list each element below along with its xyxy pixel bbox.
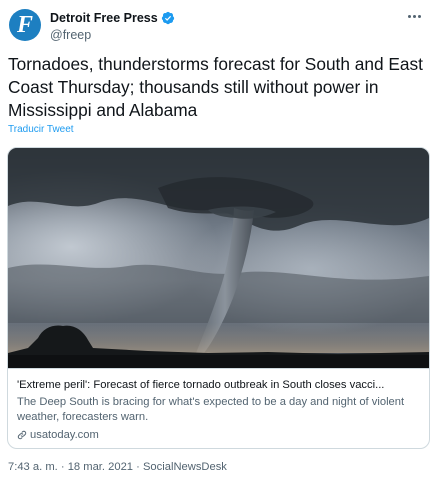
verified-badge-icon — [161, 11, 174, 25]
avatar-logo-letter: F — [16, 11, 33, 38]
author-block[interactable]: Detroit Free Press @freep — [50, 10, 175, 42]
handle[interactable]: @freep — [50, 28, 175, 42]
tweet-date[interactable]: 18 mar. 2021 — [68, 461, 133, 473]
card-divider — [8, 368, 429, 369]
translate-tweet-link[interactable]: Traducir Tweet — [8, 124, 74, 135]
link-icon — [17, 430, 27, 440]
link-card[interactable]: 'Extreme peril': Forecast of fierce torn… — [7, 147, 430, 449]
meta-separator: · — [136, 461, 140, 473]
tweet-text: Tornadoes, thunderstorms forecast for So… — [8, 54, 423, 120]
card-body[interactable]: 'Extreme peril': Forecast of fierce torn… — [17, 378, 422, 442]
display-name-row: Detroit Free Press — [50, 10, 175, 26]
tweet-metadata: 7:43 a. m. · 18 mar. 2021 · SocialNewsDe… — [8, 461, 227, 473]
avatar[interactable]: F — [9, 9, 41, 41]
more-horizontal-icon[interactable] — [405, 10, 423, 22]
card-domain: usatoday.com — [30, 429, 99, 441]
tweet-time[interactable]: 7:43 a. m. — [8, 461, 58, 473]
card-image-tornado — [8, 148, 429, 368]
tweet-source[interactable]: SocialNewsDesk — [143, 461, 227, 473]
display-name[interactable]: Detroit Free Press — [50, 11, 158, 25]
card-title[interactable]: 'Extreme peril': Forecast of fierce torn… — [17, 378, 422, 392]
card-description: The Deep South is bracing for what's exp… — [17, 396, 405, 423]
card-domain-row: usatoday.com — [17, 428, 422, 442]
meta-separator: · — [60, 461, 65, 473]
tweet[interactable]: F Detroit Free Press @freep Tornadoes, t… — [0, 0, 437, 479]
